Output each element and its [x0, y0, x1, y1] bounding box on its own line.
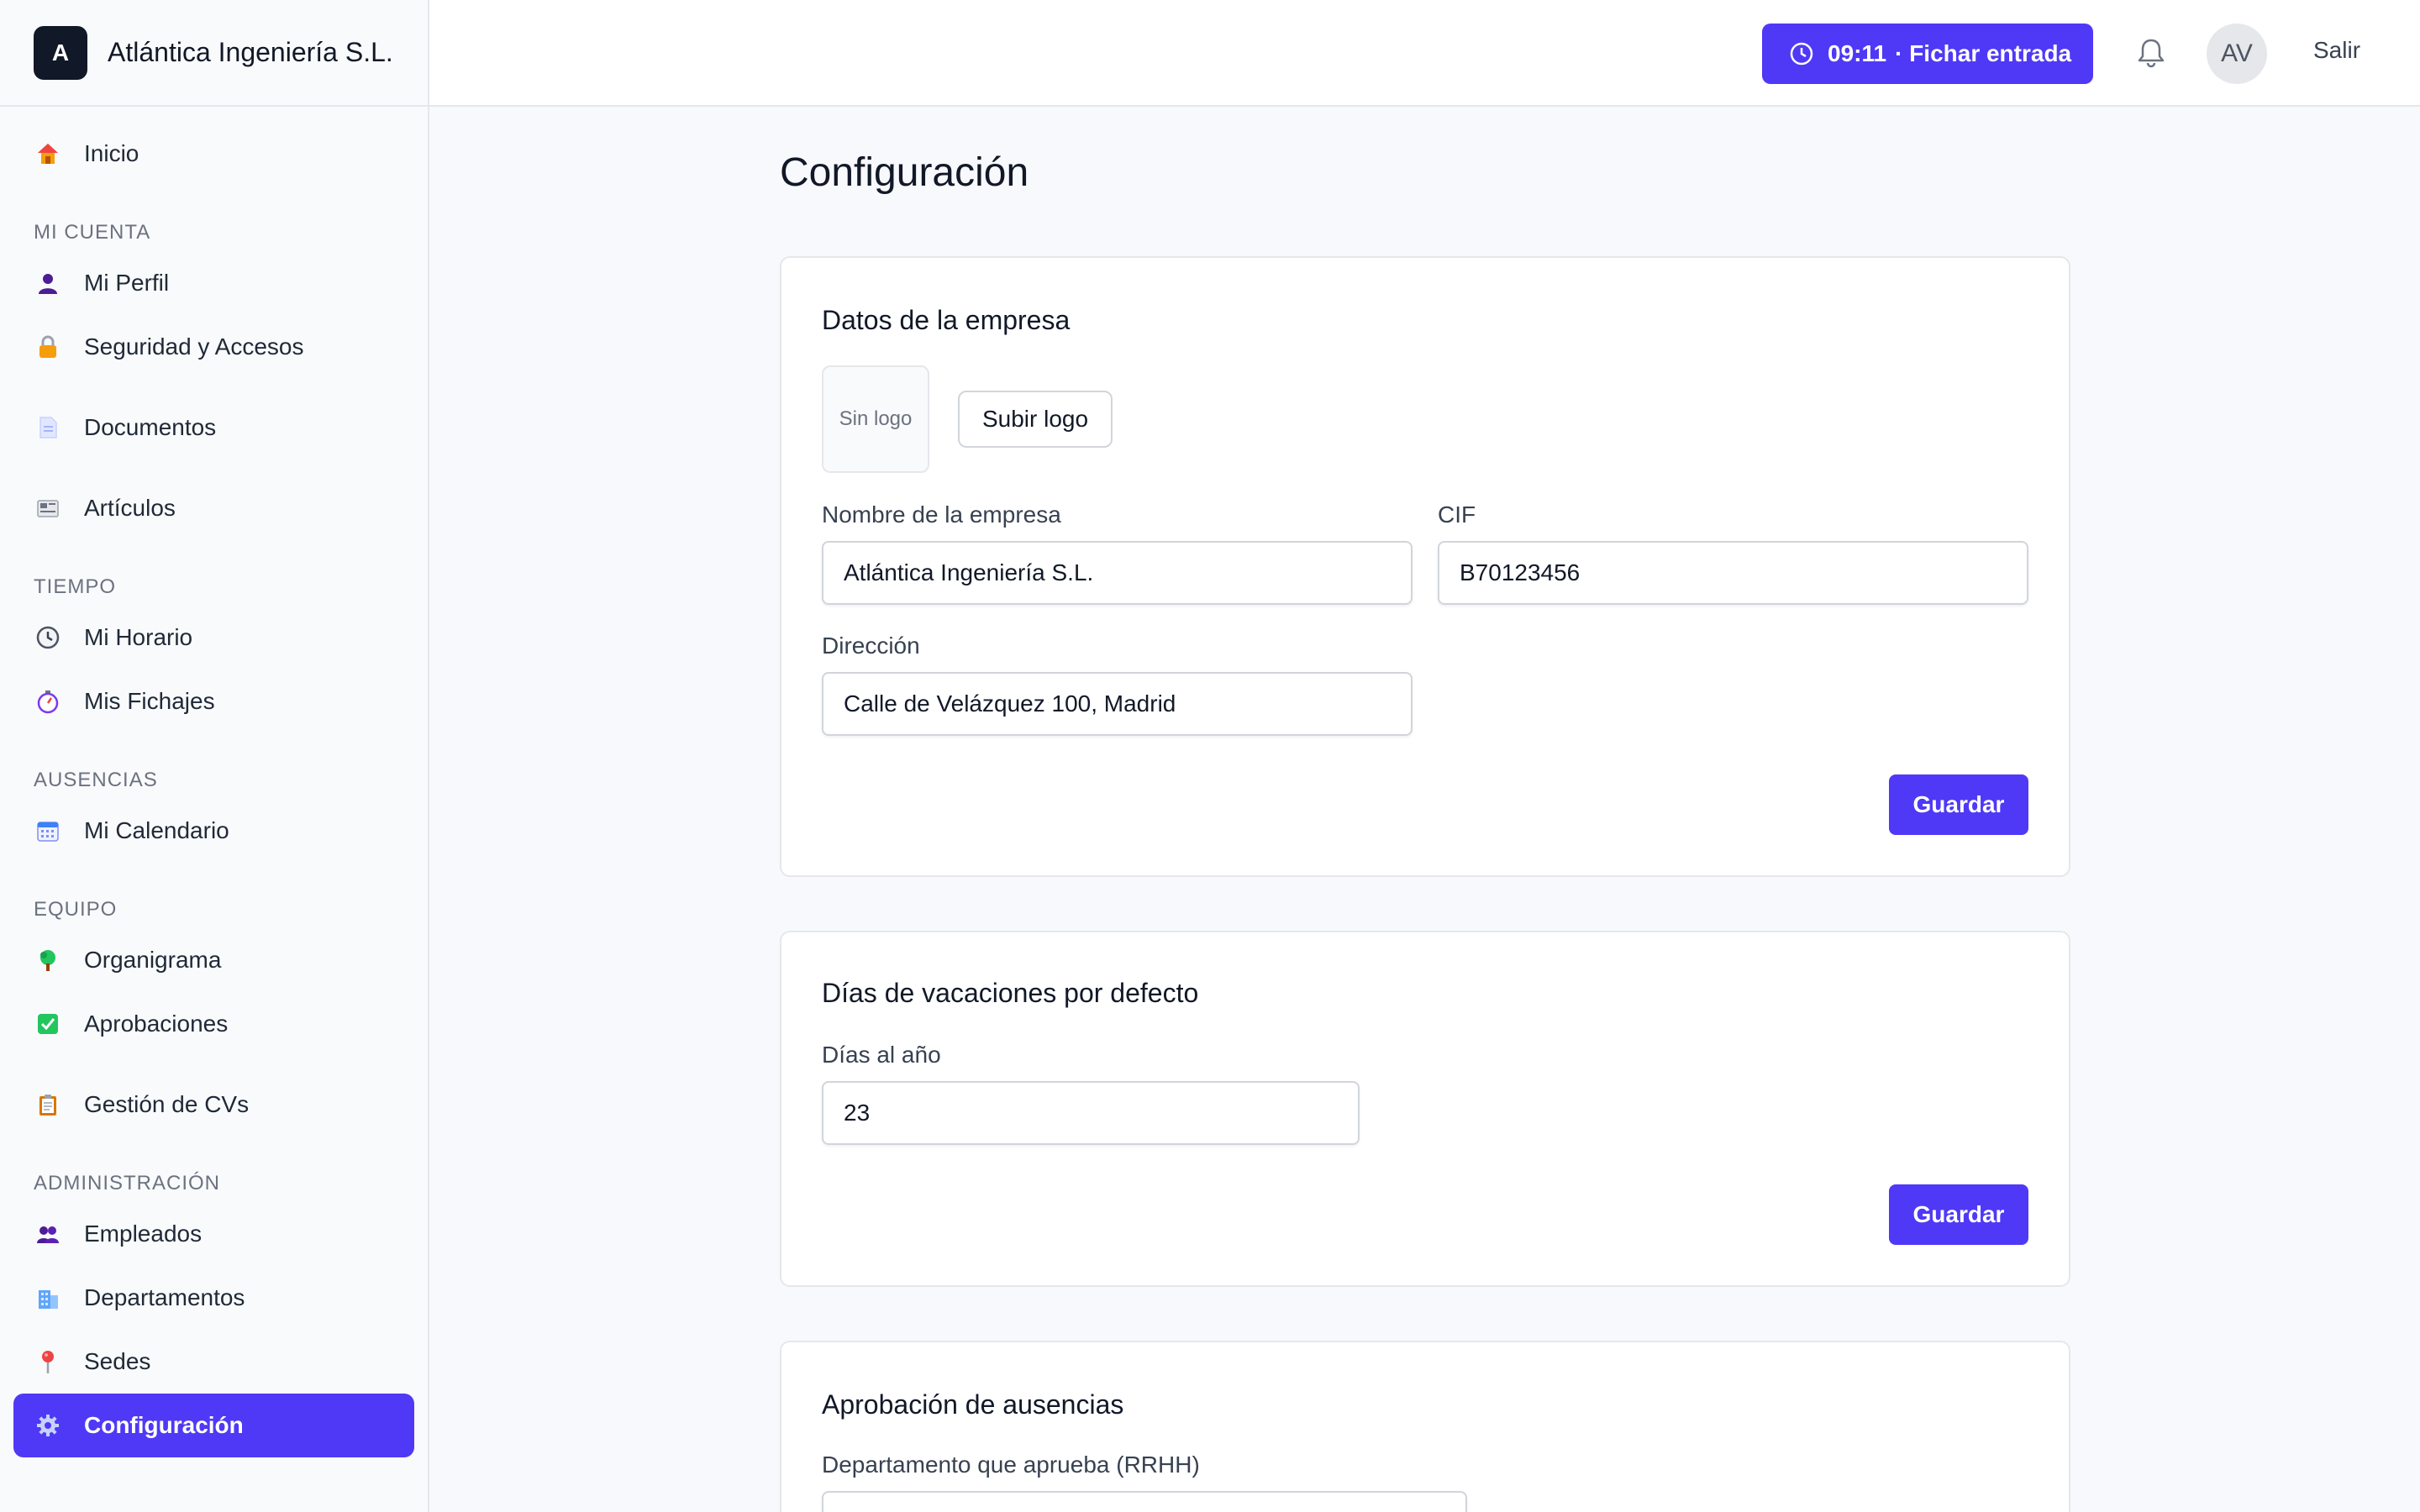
brand-name: Atlántica Ingeniería S.L.	[108, 37, 393, 67]
sidebar-nav: Inicio MI CUENTA Mi Perfil Seguridad y A…	[0, 107, 428, 1457]
tree-icon	[34, 946, 62, 974]
sidebar-item-label: Configuración	[84, 1412, 244, 1438]
vacation-card-title: Días de vacaciones por defecto	[822, 978, 1199, 1008]
approving-dept-label: Departamento que aprueba (RRHH)	[822, 1452, 1200, 1478]
sidebar-item-gestion-cvs[interactable]: Gestión de CVs	[13, 1073, 414, 1137]
person-icon	[34, 269, 62, 297]
sidebar-item-inicio[interactable]: Inicio	[13, 122, 414, 186]
brand-logo: A	[34, 25, 87, 80]
sidebar-item-organigrama[interactable]: Organigrama	[13, 928, 414, 992]
section-tiempo: TIEMPO	[34, 575, 117, 598]
sidebar-item-departamentos[interactable]: Departamentos	[13, 1266, 414, 1330]
section-ausencias: AUSENCIAS	[34, 769, 158, 791]
sidebar-item-label: Artículos	[84, 495, 176, 521]
sidebar-item-seguridad[interactable]: Seguridad y Accesos	[13, 315, 414, 379]
sidebar-item-mi-calendario[interactable]: Mi Calendario	[13, 799, 414, 863]
sidebar-item-label: Mis Fichajes	[84, 688, 215, 714]
vacation-card: Días de vacaciones por defecto Días al a…	[780, 931, 2070, 1287]
sidebar: A Atlántica Ingeniería S.L. Inicio MI CU…	[0, 0, 429, 1512]
logout-link[interactable]: Salir	[2313, 37, 2360, 64]
approving-dept-select[interactable]	[822, 1491, 1467, 1512]
sidebar-item-aprobaciones[interactable]: Aprobaciones	[13, 992, 414, 1056]
sidebar-item-configuracion[interactable]: Configuración	[13, 1394, 414, 1457]
absences-card-title: Aprobación de ausencias	[822, 1389, 1124, 1420]
sidebar-item-label: Sedes	[84, 1348, 151, 1374]
newspaper-icon	[34, 494, 62, 522]
page-title: Configuración	[780, 150, 1029, 195]
checkbox-icon	[34, 1010, 62, 1038]
clipboard-icon	[34, 1090, 62, 1119]
section-equipo: EQUIPO	[34, 898, 118, 921]
clock-icon	[34, 623, 62, 652]
bell-icon[interactable]	[2132, 34, 2170, 72]
sidebar-item-label: Inicio	[84, 140, 139, 166]
absences-card: Aprobación de ausencias Departamento que…	[780, 1341, 2070, 1512]
sidebar-item-mis-fichajes[interactable]: Mis Fichajes	[13, 669, 414, 733]
sidebar-item-label: Mi Calendario	[84, 817, 229, 843]
sidebar-item-label: Documentos	[84, 414, 217, 440]
building-icon	[34, 1284, 62, 1312]
sidebar-item-articulos[interactable]: Artículos	[13, 476, 414, 540]
save-company-button[interactable]: Guardar	[1889, 774, 2028, 835]
document-icon	[34, 413, 62, 442]
company-card-title: Datos de la empresa	[822, 305, 1071, 335]
company-name-input[interactable]: Atlántica Ingeniería S.L.	[822, 541, 1413, 605]
logo-placeholder: Sin logo	[822, 365, 929, 473]
brand[interactable]: A Atlántica Ingeniería S.L.	[0, 0, 428, 107]
sidebar-item-label: Aprobaciones	[84, 1011, 229, 1037]
cif-label: CIF	[1438, 501, 1476, 528]
sidebar-item-empleados[interactable]: Empleados	[13, 1202, 414, 1266]
calendar-icon	[34, 816, 62, 845]
clock-in-button[interactable]: 09:11 · Fichar entrada	[1762, 24, 2093, 84]
sidebar-item-mi-horario[interactable]: Mi Horario	[13, 606, 414, 669]
company-name-label: Nombre de la empresa	[822, 501, 1061, 528]
avatar[interactable]: AV	[2207, 24, 2267, 84]
stopwatch-icon	[34, 687, 62, 716]
sidebar-item-label: Seguridad y Accesos	[84, 333, 304, 360]
topbar: 09:11 · Fichar entrada AV Salir	[429, 0, 2420, 107]
days-label: Días al año	[822, 1042, 941, 1068]
sidebar-item-label: Organigrama	[84, 947, 222, 973]
clock-time: 09:11	[1828, 40, 1887, 66]
section-administracion: ADMINISTRACIÓN	[34, 1172, 221, 1194]
clock-icon	[1789, 41, 1814, 66]
people-icon	[34, 1220, 62, 1248]
address-label: Dirección	[822, 633, 920, 659]
address-input[interactable]: Calle de Velázquez 100, Madrid	[822, 672, 1413, 736]
company-card: Datos de la empresa Sin logo Subir logo …	[780, 256, 2070, 877]
save-vacation-button[interactable]: Guardar	[1889, 1184, 2028, 1245]
days-input[interactable]: 23	[822, 1081, 1360, 1145]
gear-icon	[34, 1411, 62, 1440]
sidebar-item-documentos[interactable]: Documentos	[13, 396, 414, 459]
upload-logo-button[interactable]: Subir logo	[958, 391, 1113, 448]
house-icon	[34, 139, 62, 168]
sidebar-item-sedes[interactable]: Sedes	[13, 1330, 414, 1394]
sidebar-item-mi-perfil[interactable]: Mi Perfil	[13, 251, 414, 315]
section-mi-cuenta: MI CUENTA	[34, 221, 151, 244]
lock-icon	[34, 333, 62, 361]
cif-input[interactable]: B70123456	[1438, 541, 2028, 605]
sidebar-item-label: Mi Perfil	[84, 270, 170, 296]
clock-action: · Fichar entrada	[1895, 40, 2072, 66]
sidebar-item-label: Empleados	[84, 1221, 203, 1247]
pin-icon	[34, 1347, 62, 1376]
sidebar-item-label: Gestión de CVs	[84, 1091, 250, 1117]
sidebar-item-label: Mi Horario	[84, 624, 193, 650]
sidebar-item-label: Departamentos	[84, 1284, 245, 1310]
